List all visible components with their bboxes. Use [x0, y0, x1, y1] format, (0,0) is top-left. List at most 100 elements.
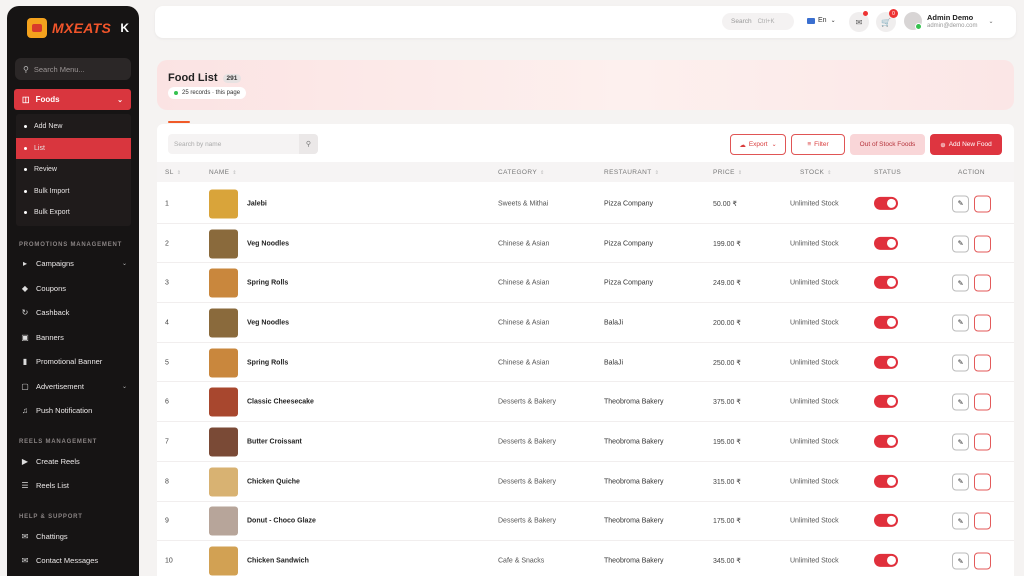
sidebar-item-contact-messages[interactable]: ✉ Contact Messages: [7, 549, 139, 574]
sidebar-item-cashback[interactable]: ↻ Cashback: [7, 301, 139, 326]
sidebar-item-reels-list[interactable]: ☰ Reels List: [7, 474, 139, 499]
header-restaurant[interactable]: RESTAURANT ⇕: [604, 169, 659, 176]
food-name[interactable]: Chicken Sandwich: [247, 558, 309, 565]
tag-icon: ◆: [21, 283, 29, 293]
food-name[interactable]: Spring Rolls: [247, 280, 288, 287]
global-search-input[interactable]: Search Ctrl+K: [722, 13, 794, 30]
food-restaurant: Pizza Company: [604, 200, 654, 208]
document-icon: ▮: [22, 357, 28, 367]
header-label: PRICE: [713, 169, 735, 176]
food-name[interactable]: Jalebi: [247, 200, 267, 207]
header-stock[interactable]: STOCK ⇕: [800, 169, 832, 176]
header-category[interactable]: CATEGORY ⇕: [498, 169, 545, 176]
edit-button[interactable]: ✎: [952, 195, 969, 213]
delete-button[interactable]: [974, 393, 991, 411]
header-name[interactable]: NAME ⇕: [209, 169, 237, 176]
delete-button[interactable]: [974, 473, 991, 491]
header-sl[interactable]: SL ⇕: [165, 169, 181, 176]
avatar: [904, 12, 922, 30]
sidebar-subitem-add-new[interactable]: Add New: [16, 116, 131, 138]
sidebar-subitem-bulk-import[interactable]: Bulk Import: [16, 181, 131, 203]
food-name[interactable]: Classic Cheesecake: [247, 399, 314, 406]
sidebar-item-push-notification[interactable]: ♫ Push Notification: [7, 399, 139, 424]
table-row: 8 Chicken Quiche Desserts & Bakery Theobrom…: [157, 462, 1014, 502]
sidebar-item-label: Reels List: [36, 481, 69, 491]
delete-button[interactable]: [974, 433, 991, 451]
edit-button[interactable]: ✎: [952, 354, 969, 372]
food-name[interactable]: Spring Rolls: [247, 359, 288, 366]
food-search-input[interactable]: Search by name ⚲: [168, 134, 318, 154]
sidebar-item-banners[interactable]: ▣ Banners: [7, 325, 139, 350]
language-selector[interactable]: En ⌄: [807, 17, 836, 24]
status-toggle[interactable]: [874, 276, 898, 290]
sidebar-subitem-review[interactable]: Review: [16, 159, 131, 181]
sidebar-item-campaigns[interactable]: ▸ Campaigns ⌄: [7, 252, 139, 277]
food-name[interactable]: Veg Noodles: [247, 319, 289, 326]
out-of-stock-button[interactable]: Out of Stock Foods: [850, 134, 925, 155]
cart-button[interactable]: 🛒 0: [876, 9, 898, 32]
food-category: Sweets & Mithai: [498, 200, 549, 208]
edit-button[interactable]: ✎: [952, 393, 969, 411]
sidebar-item-label: Contact Messages: [36, 556, 99, 566]
delete-button[interactable]: [974, 235, 991, 253]
delete-button[interactable]: [974, 552, 991, 570]
delete-button[interactable]: [974, 314, 991, 332]
food-name[interactable]: Donut - Choco Glaze: [247, 518, 316, 525]
plus-circle-icon: ⊕: [940, 141, 946, 149]
delete-button[interactable]: [974, 354, 991, 372]
food-category: Cafe & Snacks: [498, 557, 545, 565]
delete-button[interactable]: [974, 195, 991, 213]
cart-badge: 0: [889, 9, 898, 18]
sidebar-item-advertisement[interactable]: ▢ Advertisement ⌄: [7, 374, 139, 399]
status-toggle[interactable]: [874, 514, 898, 528]
edit-button[interactable]: ✎: [952, 433, 969, 451]
edit-button[interactable]: ✎: [952, 512, 969, 530]
status-toggle[interactable]: [874, 196, 898, 210]
sidebar-item-label: Foods: [35, 95, 60, 104]
messages-button[interactable]: ✉: [849, 11, 869, 32]
collapse-sidebar-icon[interactable]: K: [120, 21, 129, 35]
status-toggle[interactable]: [874, 474, 898, 488]
status-toggle[interactable]: [874, 315, 898, 329]
user-menu[interactable]: Admin Demo admin@demo.com ⌄: [904, 12, 993, 30]
sidebar-item-chattings[interactable]: ✉ Chattings: [7, 524, 139, 549]
food-thumbnail: [209, 546, 238, 576]
table-row: 7 Butter Croissant Desserts & Bakery Theobr…: [157, 422, 1014, 462]
edit-button[interactable]: ✎: [952, 235, 969, 253]
header-price[interactable]: PRICE ⇕: [713, 169, 742, 176]
status-toggle[interactable]: [874, 355, 898, 369]
sidebar-item-create-reels[interactable]: ▶ Create Reels: [7, 449, 139, 474]
sidebar-item-coupons[interactable]: ◆ Coupons: [7, 276, 139, 301]
sidebar-item-promotional-banner[interactable]: ▮ Promotional Banner: [7, 350, 139, 375]
sidebar-item-label: Create Reels: [36, 456, 80, 466]
edit-button[interactable]: ✎: [952, 274, 969, 292]
header-label: RESTAURANT: [604, 169, 652, 176]
search-button[interactable]: ⚲: [299, 134, 318, 154]
status-toggle[interactable]: [874, 395, 898, 409]
sidebar-subitem-list[interactable]: List: [16, 137, 131, 159]
food-name[interactable]: Veg Noodles: [247, 240, 289, 247]
edit-button[interactable]: ✎: [952, 552, 969, 570]
edit-button[interactable]: ✎: [952, 473, 969, 491]
header-action: ACTION: [958, 169, 985, 176]
top-header: Search Ctrl+K En ⌄ ✉ 🛒 0 Admin Demo admi…: [155, 6, 1016, 38]
delete-button[interactable]: [974, 274, 991, 292]
add-new-food-button[interactable]: ⊕ Add New Food: [930, 134, 1002, 155]
foods-submenu: Add New List Review Bulk Import Bulk Exp…: [16, 114, 131, 226]
status-toggle[interactable]: [874, 236, 898, 250]
export-button[interactable]: ☁ Export ⌄: [730, 134, 786, 155]
food-name[interactable]: Chicken Quiche: [247, 478, 300, 485]
food-price: 375.00 ₹: [713, 399, 741, 407]
bullet-icon: [24, 189, 27, 193]
status-toggle[interactable]: [874, 434, 898, 448]
sidebar-subitem-bulk-export[interactable]: Bulk Export: [16, 202, 131, 224]
sidebar-item-foods[interactable]: ◫ Foods ⌄: [14, 89, 131, 110]
status-toggle[interactable]: [874, 553, 898, 567]
food-category: Desserts & Bakery: [498, 398, 556, 406]
filter-button[interactable]: ≡ Filter: [791, 134, 845, 155]
edit-button[interactable]: ✎: [952, 314, 969, 332]
delete-button[interactable]: [974, 512, 991, 530]
records-info-badge: 25 records · this page: [168, 87, 247, 99]
food-name[interactable]: Butter Croissant: [247, 439, 302, 446]
sidebar-search-input[interactable]: ⚲ Search Menu...: [15, 58, 131, 80]
